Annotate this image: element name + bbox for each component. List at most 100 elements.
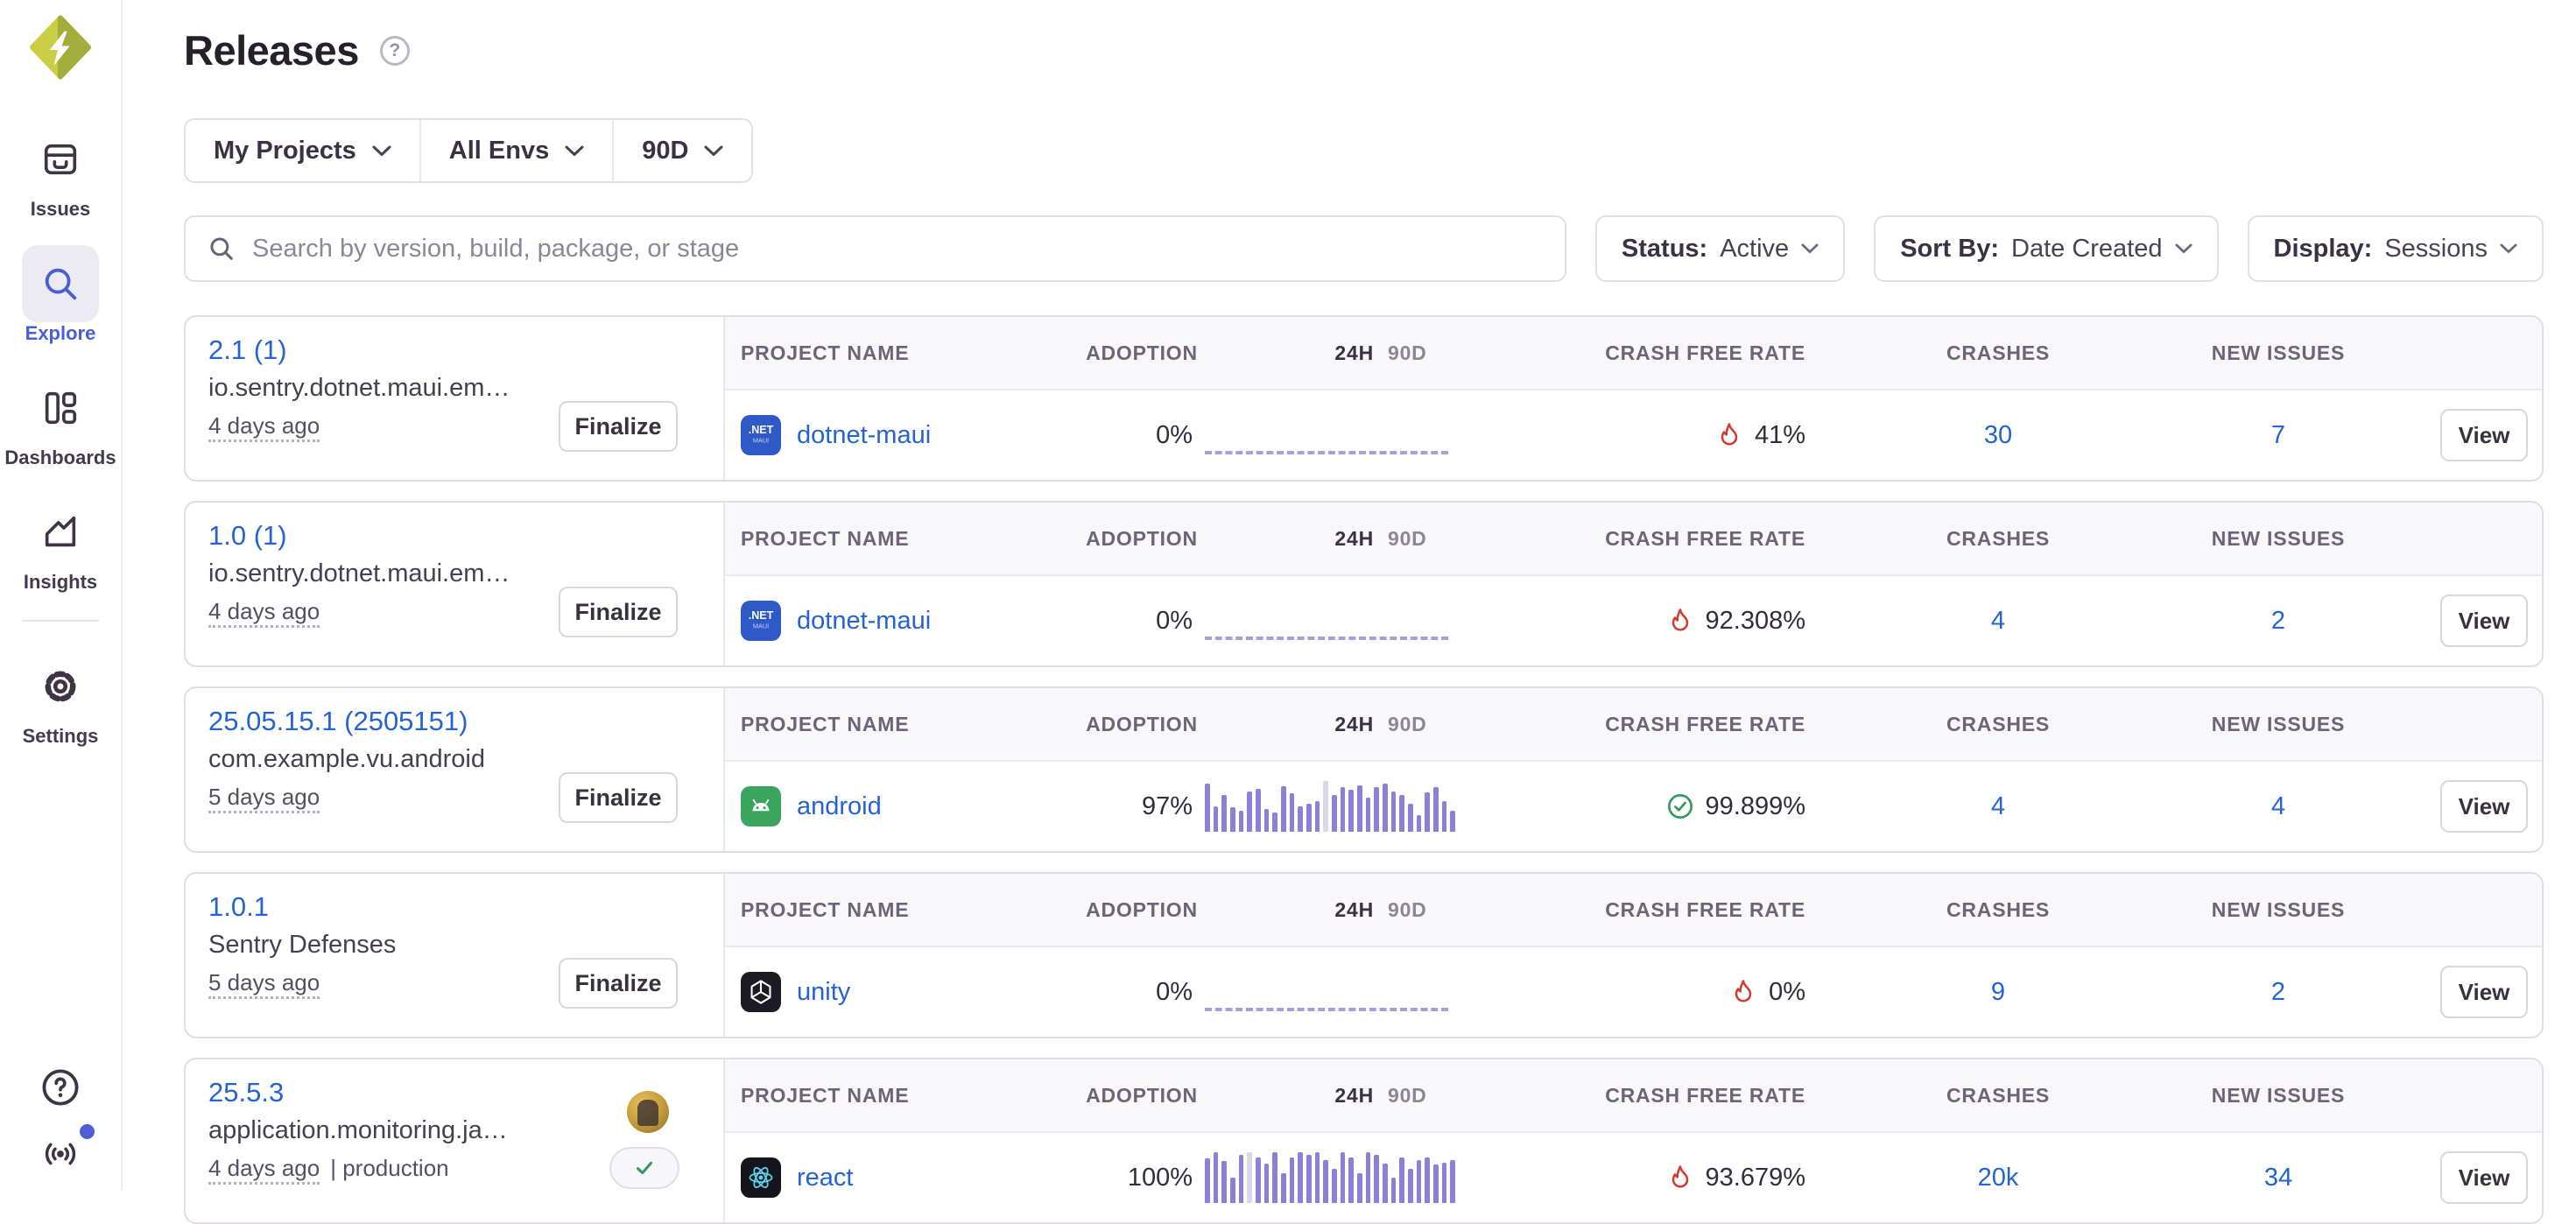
environment-filter-dropdown[interactable]: All Envs [419,120,612,181]
notification-dot [80,1124,95,1139]
col-90d-toggle[interactable]: 90D [1388,713,1427,736]
search-icon [207,234,236,264]
sidebar-item-dashboards[interactable]: Dashboards [6,369,115,469]
col-crashes: CRASHES [1805,527,2191,551]
project-link[interactable]: dotnet-maui [797,607,931,636]
finalized-check-badge[interactable] [609,1147,679,1189]
project-link[interactable]: dotnet-maui [797,421,931,450]
col-project-name: PROJECT NAME [725,341,1091,365]
release-version-link[interactable]: 1.0 (1) [208,520,287,552]
col-24h-toggle[interactable]: 24H [1334,1084,1374,1108]
crash-free-rate-value: 93.679% [1706,1164,1806,1192]
whats-new-button[interactable] [39,1135,82,1173]
help-button[interactable] [39,1066,81,1108]
view-button[interactable]: View [2440,409,2528,461]
crashes-count-link[interactable]: 30 [1984,421,2012,449]
sort-by-dropdown[interactable]: Sort By: Date Created [1874,215,2218,282]
display-value: Sessions [2384,235,2488,264]
crash-free-rate-value: 0% [1769,978,1805,1007]
release-project-table: PROJECT NAME ADOPTION 24H 90D CRASH FREE… [725,1059,2542,1222]
release-version-link[interactable]: 25.5.3 [208,1077,284,1108]
android-icon [741,786,781,827]
new-issues-count-link[interactable]: 34 [2264,1164,2292,1192]
search-input[interactable] [252,235,1544,264]
release-summary: 1.0 (1) io.sentry.dotnet.maui.em… 4 days… [186,503,725,665]
project-filter-value: My Projects [214,137,356,165]
crashes-count-link[interactable]: 4 [1991,607,2005,635]
project-filter-dropdown[interactable]: My Projects [186,120,419,181]
search-magnifier-icon [22,245,99,322]
release-project-row: .NET MAUI dotnet-maui 0% [725,576,2542,665]
release-table-header: PROJECT NAME ADOPTION 24H 90D CRASH FREE… [725,874,2542,947]
release-package: io.sentry.dotnet.maui.em… [208,374,559,403]
view-button[interactable]: View [2440,966,2528,1018]
col-90d-toggle[interactable]: 90D [1388,898,1427,922]
col-adoption: ADOPTION [1091,527,1193,551]
display-label: Display: [2274,235,2373,264]
releases-help-icon[interactable]: ? [380,36,410,66]
chevron-down-icon [2175,243,2192,254]
view-button[interactable]: View [2440,594,2528,647]
view-button[interactable]: View [2440,780,2528,833]
finalize-button[interactable]: Finalize [559,401,678,452]
crashes-count-link[interactable]: 9 [1991,978,2005,1006]
release-version-link[interactable]: 1.0.1 [208,891,269,923]
flame-icon [1729,978,1757,1006]
release-version-link[interactable]: 2.1 (1) [208,334,287,366]
col-24h-toggle[interactable]: 24H [1334,713,1374,736]
finalize-button[interactable]: Finalize [559,587,678,637]
sidebar-item-insights[interactable]: Insights [6,494,115,594]
col-24h-toggle[interactable]: 24H [1334,898,1374,922]
release-created-time[interactable]: 5 days ago [208,784,320,813]
release-version-link[interactable]: 25.05.15.1 (2505151) [208,706,468,737]
col-new-issues: NEW ISSUES [2191,1084,2366,1108]
new-issues-count-link[interactable]: 7 [2271,421,2285,449]
release-summary: 1.0.1 Sentry Defenses 5 days ago Finaliz… [186,874,725,1037]
org-logo[interactable] [28,14,93,81]
svg-text:MAUI: MAUI [753,622,769,630]
col-90d-toggle[interactable]: 90D [1388,341,1427,365]
crashes-count-link[interactable]: 4 [1991,792,2005,820]
col-timerange: 24H 90D [1193,713,1455,736]
check-circle-icon [1666,792,1694,820]
new-issues-count-link[interactable]: 2 [2271,607,2285,635]
release-list: 2.1 (1) io.sentry.dotnet.maui.em… 4 days… [184,315,2544,1224]
release-created-time[interactable]: 5 days ago [208,969,320,999]
finalize-button[interactable]: Finalize [559,958,678,1009]
col-24h-toggle[interactable]: 24H [1334,341,1374,365]
release-card: 1.0 (1) io.sentry.dotnet.maui.em… 4 days… [184,501,2544,667]
col-90d-toggle[interactable]: 90D [1388,1084,1427,1108]
sidebar-label: Explore [25,322,96,345]
col-adoption: ADOPTION [1091,898,1193,922]
release-project-table: PROJECT NAME ADOPTION 24H 90D CRASH FREE… [725,503,2542,665]
adoption-sparkline [1193,601,1455,640]
new-issues-count-link[interactable]: 2 [2271,978,2285,1006]
crashes-count-link[interactable]: 20k [1978,1164,2019,1192]
page-filter-bar: My Projects All Envs 90D [184,118,753,183]
sidebar-item-explore[interactable]: Explore [6,245,115,345]
col-24h-toggle[interactable]: 24H [1334,527,1374,551]
chevron-down-icon [372,145,391,157]
new-issues-count-link[interactable]: 4 [2271,792,2285,820]
release-created-time[interactable]: 4 days ago [208,412,320,442]
view-button[interactable]: View [2440,1151,2528,1204]
col-adoption: ADOPTION [1091,341,1193,365]
col-project-name: PROJECT NAME [725,713,1091,736]
finalize-button[interactable]: Finalize [559,772,678,823]
sidebar-label: Settings [23,725,99,748]
project-link[interactable]: unity [797,978,850,1007]
sidebar-item-settings[interactable]: Settings [6,648,115,748]
flame-icon [1666,1164,1694,1192]
sidebar-item-issues[interactable]: Issues [6,121,115,221]
release-created-time[interactable]: 4 days ago [208,598,320,628]
release-author-avatar[interactable] [627,1091,669,1133]
release-created-time[interactable]: 4 days ago [208,1155,320,1185]
release-card: 1.0.1 Sentry Defenses 5 days ago Finaliz… [184,872,2544,1038]
status-filter-dropdown[interactable]: Status: Active [1595,215,1845,282]
date-range-filter-dropdown[interactable]: 90D [612,120,751,181]
project-link[interactable]: android [797,792,882,821]
crash-free-rate-value: 99.899% [1706,792,1806,821]
project-link[interactable]: react [797,1164,853,1192]
display-dropdown[interactable]: Display: Sessions [2248,215,2544,282]
col-90d-toggle[interactable]: 90D [1388,527,1427,551]
